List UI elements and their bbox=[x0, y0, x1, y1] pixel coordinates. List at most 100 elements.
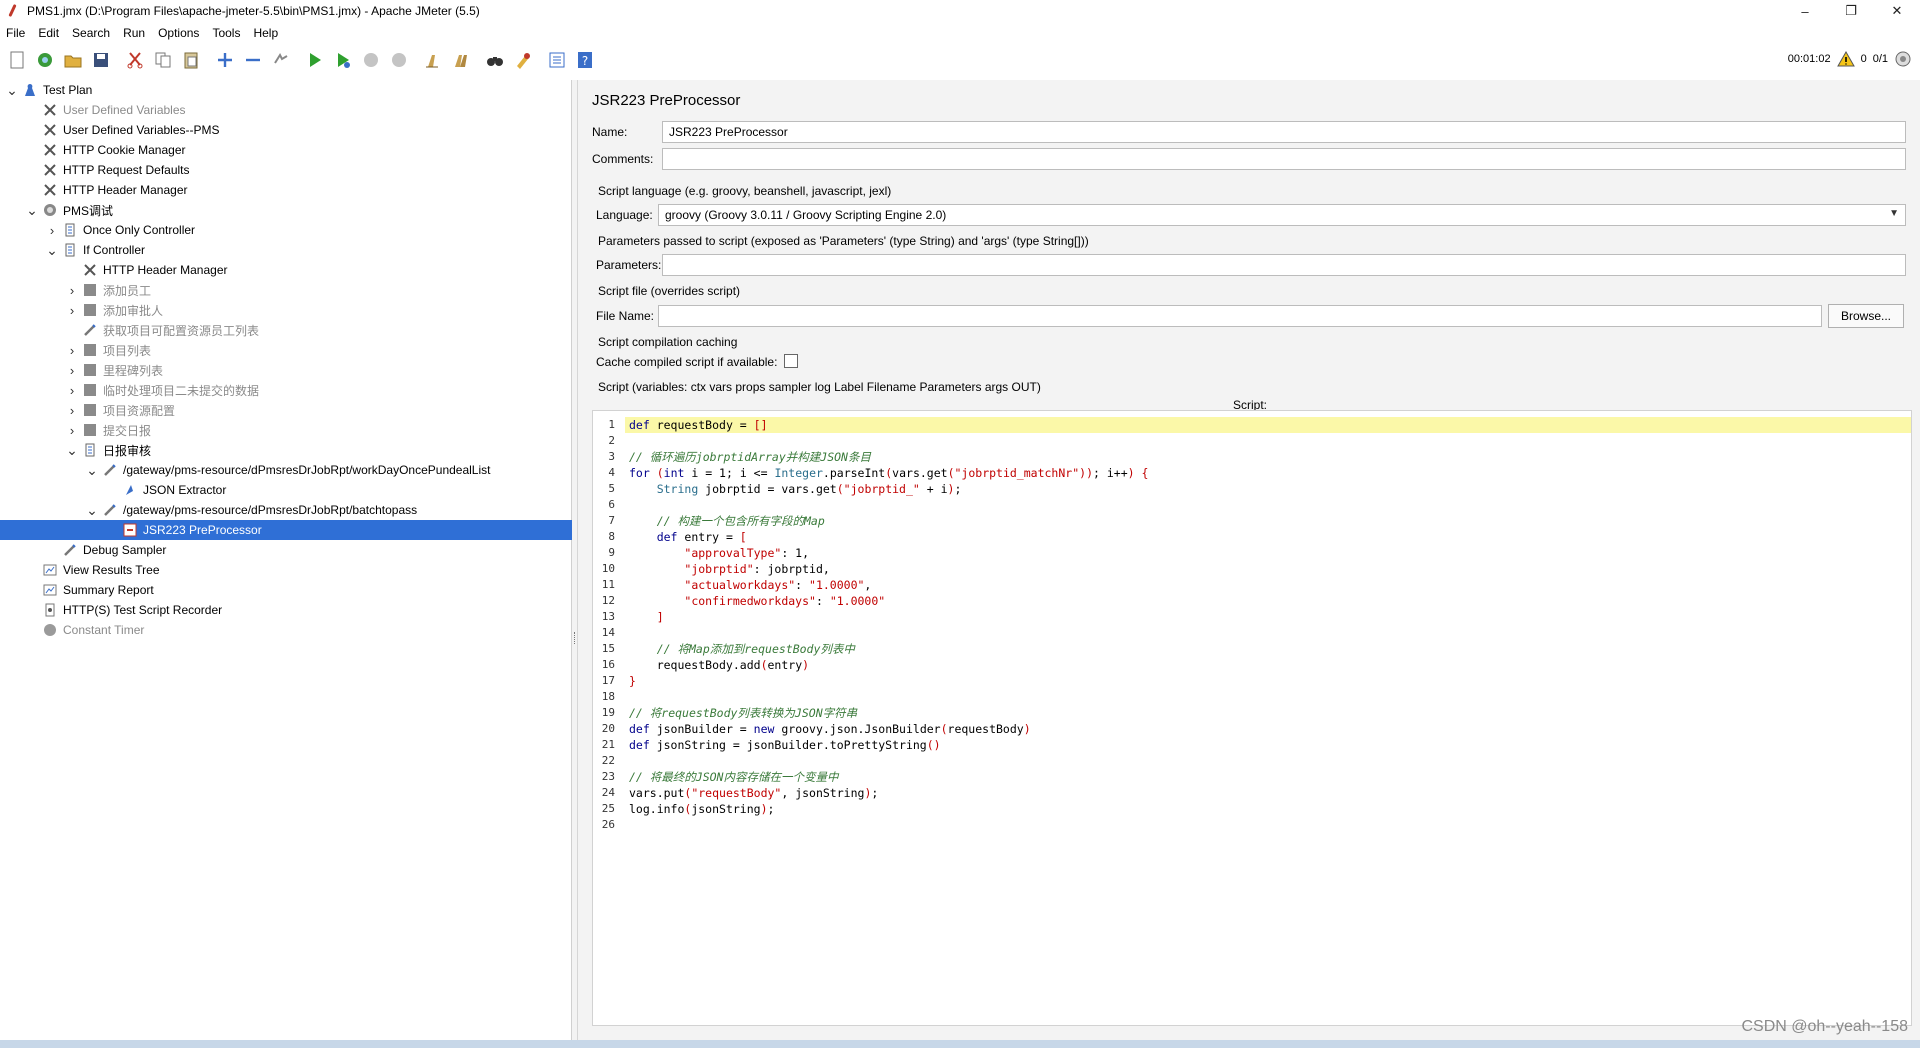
collapse-all-icon[interactable] bbox=[242, 49, 264, 71]
reset-search-icon[interactable] bbox=[512, 49, 534, 71]
expand-all-icon[interactable] bbox=[214, 49, 236, 71]
warning-icon[interactable] bbox=[1836, 51, 1855, 67]
code-line[interactable]: "confirmedworkdays": "1.0000" bbox=[629, 593, 885, 609]
code-line[interactable]: // 构建一个包含所有字段的Map bbox=[629, 513, 825, 529]
splitter-grip[interactable] bbox=[574, 632, 576, 644]
chevron-right-icon[interactable]: › bbox=[66, 343, 78, 358]
tree-node[interactable]: JSR223 PreProcessor bbox=[0, 520, 572, 540]
tree-node[interactable]: HTTP Cookie Manager bbox=[0, 140, 572, 160]
chevron-right-icon[interactable]: › bbox=[66, 303, 78, 318]
code-line[interactable]: } bbox=[629, 673, 636, 689]
tree-node[interactable]: HTTP(S) Test Script Recorder bbox=[0, 600, 572, 620]
tree-node[interactable]: › 提交日报 bbox=[0, 420, 572, 440]
search-binoculars-icon[interactable] bbox=[484, 49, 506, 71]
menu-help[interactable]: Help bbox=[247, 26, 285, 40]
code-line[interactable]: String jobrptid = vars.get("jobrptid_" +… bbox=[629, 481, 962, 497]
tree-node[interactable]: 获取项目可配置资源员工列表 bbox=[0, 320, 572, 340]
copy-icon[interactable] bbox=[152, 49, 174, 71]
code-line[interactable]: // 将requestBody列表转换为JSON字符串 bbox=[629, 705, 857, 721]
code-line[interactable]: "jobrptid": jobrptid, bbox=[629, 561, 829, 577]
parameters-field[interactable] bbox=[662, 254, 1906, 276]
shutdown-icon[interactable] bbox=[388, 49, 410, 71]
code-line[interactable]: for (int i = 1; i <= Integer.parseInt(va… bbox=[629, 465, 1148, 481]
name-field[interactable]: JSR223 PreProcessor bbox=[662, 121, 1906, 143]
templates-icon[interactable] bbox=[34, 49, 56, 71]
menu-run[interactable]: Run bbox=[117, 26, 152, 40]
menu-file[interactable]: File bbox=[0, 26, 32, 40]
comments-field[interactable] bbox=[662, 148, 1906, 170]
code-line[interactable]: def requestBody = [] bbox=[629, 417, 768, 433]
code-line[interactable]: // 将最终的JSON内容存储在一个变量中 bbox=[629, 769, 838, 785]
cache-compiled-checkbox[interactable] bbox=[784, 354, 798, 368]
maximize-button[interactable]: ❐ bbox=[1828, 0, 1874, 22]
cut-icon[interactable] bbox=[124, 49, 146, 71]
chevron-right-icon[interactable]: › bbox=[66, 383, 78, 398]
tree-node[interactable]: HTTP Request Defaults bbox=[0, 160, 572, 180]
menu-tools[interactable]: Tools bbox=[206, 26, 247, 40]
tree-node[interactable]: › 添加审批人 bbox=[0, 300, 572, 320]
toggle-icon[interactable] bbox=[270, 49, 292, 71]
chevron-right-icon[interactable]: › bbox=[66, 363, 78, 378]
tree-node[interactable]: Summary Report bbox=[0, 580, 572, 600]
chevron-down-icon[interactable]: ⌄ bbox=[46, 242, 58, 258]
tree-node[interactable]: ⌄ /gateway/pms-resource/dPmsresDrJobRpt/b… bbox=[0, 500, 572, 520]
script-editor[interactable]: 1 2 3 4 5 6 7 8 9 10 11 12 13 14 15 16 17 18 19 20 21 22 23 24 2… bbox=[592, 410, 1912, 1026]
chevron-right-icon[interactable]: › bbox=[66, 403, 78, 418]
paste-icon[interactable] bbox=[180, 49, 202, 71]
chevron-right-icon[interactable]: › bbox=[66, 283, 78, 298]
tree-node[interactable]: User Defined Variables bbox=[0, 100, 572, 120]
tree-node[interactable]: JSON Extractor bbox=[0, 480, 572, 500]
tree-node[interactable]: Constant Timer bbox=[0, 620, 572, 640]
tree-node[interactable]: ⌄ 日报审核 bbox=[0, 440, 572, 460]
tree-node[interactable]: › 项目资源配置 bbox=[0, 400, 572, 420]
tree-node[interactable]: ⌄ If Controller bbox=[0, 240, 572, 260]
tree-node[interactable]: › 添加员工 bbox=[0, 280, 572, 300]
code-line[interactable]: requestBody.add(entry) bbox=[629, 657, 809, 673]
menu-edit[interactable]: Edit bbox=[32, 26, 66, 40]
code-line[interactable]: // 循环遍历jobrptidArray并构建JSON条目 bbox=[629, 449, 871, 465]
code-line[interactable]: log.info(jsonString); bbox=[629, 801, 774, 817]
code-line[interactable]: def jsonString = jsonBuilder.toPrettyStr… bbox=[629, 737, 941, 753]
new-icon[interactable] bbox=[6, 49, 28, 71]
tree-node[interactable]: ⌄ PMS调试 bbox=[0, 200, 572, 220]
language-select[interactable]: groovy (Groovy 3.0.11 / Groovy Scripting… bbox=[658, 204, 1906, 226]
code-line[interactable]: // 将Map添加到requestBody列表中 bbox=[629, 641, 855, 657]
chevron-down-icon[interactable]: ⌄ bbox=[6, 82, 18, 98]
chevron-down-icon[interactable]: ⌄ bbox=[26, 202, 38, 218]
help-icon[interactable]: ? bbox=[574, 49, 596, 71]
start-icon[interactable] bbox=[304, 49, 326, 71]
tree-node[interactable]: › 临时处理项目二未提交的数据 bbox=[0, 380, 572, 400]
chevron-right-icon[interactable]: › bbox=[66, 423, 78, 438]
menu-search[interactable]: Search bbox=[66, 26, 117, 40]
function-helper-icon[interactable] bbox=[546, 49, 568, 71]
chevron-down-icon[interactable]: ⌄ bbox=[66, 442, 78, 458]
chevron-down-icon[interactable]: ⌄ bbox=[86, 462, 98, 478]
tree-node[interactable]: View Results Tree bbox=[0, 560, 572, 580]
tree-node[interactable]: ⌄ /gateway/pms-resource/dPmsresDrJobRpt/w… bbox=[0, 460, 572, 480]
tree-node[interactable]: HTTP Header Manager bbox=[0, 260, 572, 280]
code-line[interactable]: "approvalType": 1, bbox=[629, 545, 809, 561]
menu-options[interactable]: Options bbox=[152, 26, 206, 40]
clear-icon[interactable] bbox=[422, 49, 444, 71]
clear-all-icon[interactable] bbox=[450, 49, 472, 71]
code-line[interactable]: def entry = [ bbox=[629, 529, 747, 545]
tree-node[interactable]: › 项目列表 bbox=[0, 340, 572, 360]
chevron-down-icon[interactable]: ⌄ bbox=[86, 502, 98, 518]
code-line[interactable]: vars.put("requestBody", jsonString); bbox=[629, 785, 878, 801]
code-line[interactable]: "actualworkdays": "1.0000", bbox=[629, 577, 871, 593]
tree-node[interactable]: › 里程碑列表 bbox=[0, 360, 572, 380]
save-icon[interactable] bbox=[90, 49, 112, 71]
tree-node[interactable]: User Defined Variables--PMS bbox=[0, 120, 572, 140]
tree-node[interactable]: Debug Sampler bbox=[0, 540, 572, 560]
open-icon[interactable] bbox=[62, 49, 84, 71]
tree-node[interactable]: ⌄ Test Plan bbox=[0, 80, 572, 100]
tree-node[interactable]: › Once Only Controller bbox=[0, 220, 572, 240]
stop-icon[interactable] bbox=[360, 49, 382, 71]
chevron-right-icon[interactable]: › bbox=[46, 223, 58, 238]
code-line[interactable]: def jsonBuilder = new groovy.json.JsonBu… bbox=[629, 721, 1031, 737]
chevron-down-icon[interactable]: ▼ bbox=[1889, 208, 1899, 219]
close-button[interactable]: ✕ bbox=[1874, 0, 1920, 22]
browse-button[interactable]: Browse... bbox=[1828, 304, 1904, 328]
file-name-field[interactable] bbox=[658, 305, 1822, 327]
start-no-pauses-icon[interactable] bbox=[332, 49, 354, 71]
